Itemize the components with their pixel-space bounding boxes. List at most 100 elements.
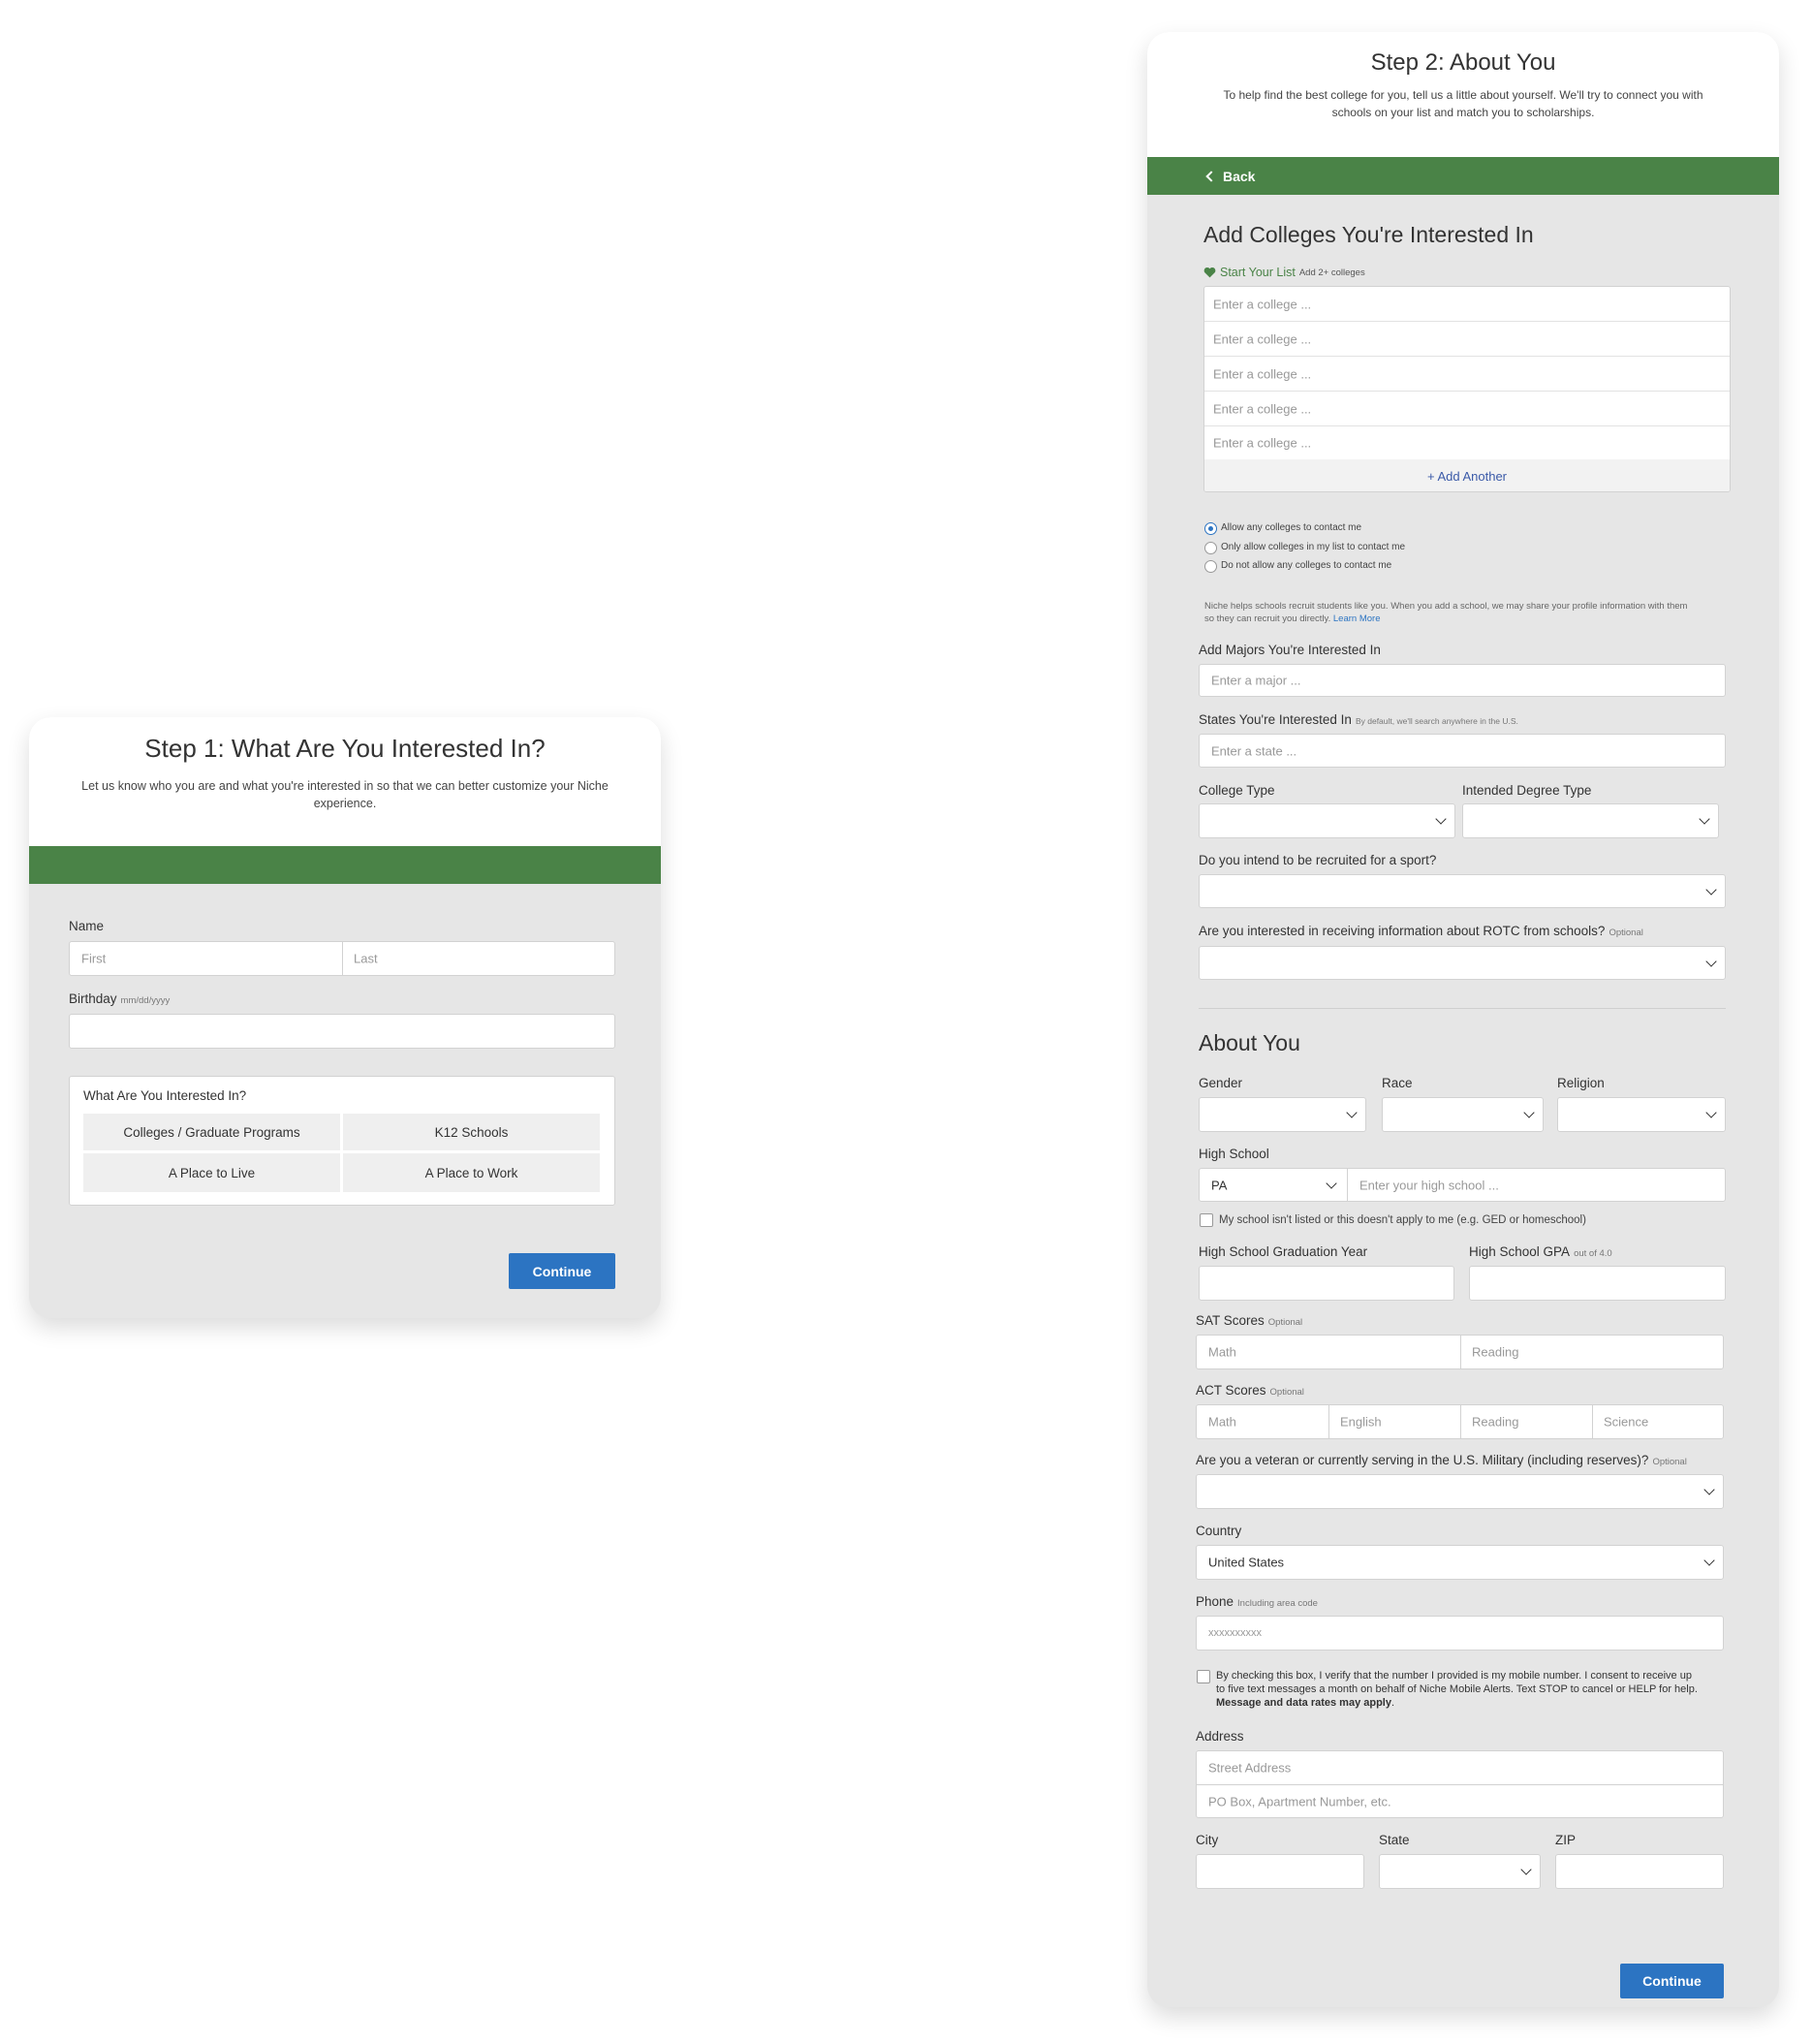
start-list-label: Start Your List Add 2+ colleges — [1203, 266, 1365, 279]
act-english-input[interactable]: English — [1340, 1415, 1382, 1430]
step1-header: Step 1: What Are You Interested In? Let … — [29, 717, 661, 846]
race-select[interactable] — [1382, 1097, 1544, 1132]
contact-none-radio[interactable] — [1204, 560, 1217, 573]
college-input-3[interactable]: Enter a college ... — [1204, 357, 1730, 392]
address-state-select[interactable] — [1379, 1854, 1541, 1889]
contact-list-label: Only allow colleges in my list to contac… — [1221, 542, 1406, 552]
section-divider — [1199, 1008, 1726, 1009]
religion-label: Religion — [1557, 1076, 1605, 1090]
country-select[interactable]: United States — [1196, 1545, 1724, 1580]
step1-continue-button[interactable]: Continue — [509, 1253, 615, 1289]
chevron-down-icon — [1520, 1864, 1532, 1875]
step1-card: Step 1: What Are You Interested In? Let … — [29, 717, 661, 1318]
back-button[interactable]: Back — [1205, 169, 1255, 184]
sport-label: Do you intend to be recruited for a spor… — [1199, 853, 1437, 867]
interest-colleges[interactable]: Colleges / Graduate Programs — [83, 1114, 340, 1150]
first-name-input[interactable]: First — [81, 952, 106, 966]
sat-reading-input[interactable]: Reading — [1472, 1345, 1518, 1360]
zip-input[interactable] — [1555, 1854, 1724, 1889]
sat-math-input[interactable]: Math — [1208, 1345, 1236, 1360]
gender-select[interactable] — [1199, 1097, 1366, 1132]
interest-box: What Are You Interested In? Colleges / G… — [69, 1076, 615, 1206]
degree-type-select[interactable] — [1462, 803, 1719, 838]
gpa-input[interactable] — [1469, 1266, 1726, 1301]
act-math-input[interactable]: Math — [1208, 1415, 1236, 1430]
sat-label: SAT Scores Optional — [1196, 1313, 1303, 1328]
college-list: Enter a college ... Enter a college ... … — [1203, 286, 1731, 492]
interest-place-to-live[interactable]: A Place to Live — [83, 1153, 340, 1192]
chevron-down-icon — [1699, 813, 1710, 825]
add-another-button[interactable]: + Add Another — [1204, 459, 1730, 491]
act-label: ACT Scores Optional — [1196, 1383, 1304, 1398]
major-input[interactable]: Enter a major ... — [1199, 664, 1726, 697]
college-type-select[interactable] — [1199, 803, 1455, 838]
city-label: City — [1196, 1833, 1219, 1847]
high-school-field: PA Enter your high school ... — [1199, 1168, 1726, 1202]
act-reading-input[interactable]: Reading — [1472, 1415, 1518, 1430]
sport-select[interactable] — [1199, 874, 1726, 908]
contact-list-radio[interactable] — [1204, 542, 1217, 554]
phone-input[interactable]: xxxxxxxxxx — [1196, 1616, 1724, 1651]
country-label: Country — [1196, 1524, 1242, 1538]
majors-label: Add Majors You're Interested In — [1199, 643, 1381, 657]
veteran-label: Are you a veteran or currently serving i… — [1196, 1453, 1687, 1467]
high-school-state-select[interactable]: PA — [1211, 1178, 1227, 1192]
interest-title: What Are You Interested In? — [83, 1088, 247, 1103]
recruit-note: Niche helps schools recruit students lik… — [1204, 601, 1688, 624]
not-listed-checkbox[interactable] — [1200, 1213, 1213, 1227]
sms-consent-checkbox[interactable] — [1197, 1670, 1210, 1683]
zip-label: ZIP — [1555, 1833, 1577, 1847]
address-field: Street Address PO Box, Apartment Number,… — [1196, 1750, 1724, 1818]
race-label: Race — [1382, 1076, 1413, 1090]
veteran-select[interactable] — [1196, 1474, 1724, 1509]
state-input[interactable]: Enter a state ... — [1199, 734, 1726, 768]
street-address-input[interactable]: Street Address — [1197, 1751, 1723, 1785]
last-name-input[interactable]: Last — [354, 952, 378, 966]
chevron-down-icon — [1326, 1177, 1337, 1189]
phone-label: Phone Including area code — [1196, 1594, 1318, 1609]
step2-card: Step 2: About You To help find the best … — [1147, 32, 1779, 2007]
chevron-down-icon — [1346, 1107, 1358, 1118]
chevron-down-icon — [1705, 1107, 1717, 1118]
chevron-down-icon — [1703, 1484, 1715, 1495]
high-school-label: High School — [1199, 1147, 1269, 1161]
interest-place-to-work[interactable]: A Place to Work — [343, 1153, 600, 1192]
sat-field: Math Reading — [1196, 1335, 1724, 1369]
step1-title: Step 1: What Are You Interested In? — [144, 734, 546, 763]
step2-nav-bar: Back — [1147, 157, 1779, 195]
step1-subtitle: Let us know who you are and what you're … — [81, 779, 609, 810]
college-input-2[interactable]: Enter a college ... — [1204, 322, 1730, 357]
gpa-label: High School GPA out of 4.0 — [1469, 1244, 1612, 1259]
degree-type-label: Intended Degree Type — [1462, 783, 1592, 798]
interest-k12[interactable]: K12 Schools — [343, 1114, 600, 1150]
chevron-down-icon — [1523, 1107, 1535, 1118]
contact-none-label: Do not allow any colleges to contact me — [1221, 560, 1392, 571]
name-label: Name — [69, 919, 105, 933]
chevron-down-icon — [1435, 813, 1447, 825]
not-listed-label: My school isn't listed or this doesn't a… — [1219, 1214, 1586, 1226]
contact-any-label: Allow any colleges to contact me — [1221, 522, 1362, 533]
po-box-input[interactable]: PO Box, Apartment Number, etc. — [1197, 1785, 1723, 1818]
learn-more-link[interactable]: Learn More — [1333, 613, 1381, 624]
city-input[interactable] — [1196, 1854, 1364, 1889]
rotc-select[interactable] — [1199, 946, 1726, 980]
name-field: First Last — [69, 941, 615, 976]
contact-any-radio[interactable] — [1204, 522, 1217, 535]
college-input-5[interactable]: Enter a college ... — [1204, 426, 1730, 459]
college-input-4[interactable]: Enter a college ... — [1204, 392, 1730, 426]
step2-header: Step 2: About You To help find the best … — [1147, 32, 1779, 157]
rotc-label: Are you interested in receiving informat… — [1199, 924, 1643, 938]
chevron-left-icon — [1205, 170, 1217, 182]
act-science-input[interactable]: Science — [1604, 1415, 1648, 1430]
step2-continue-button[interactable]: Continue — [1620, 1964, 1724, 1998]
high-school-input[interactable]: Enter your high school ... — [1359, 1178, 1499, 1192]
colleges-heading: Add Colleges You're Interested In — [1203, 222, 1534, 247]
chevron-down-icon — [1705, 883, 1717, 896]
birthday-input[interactable] — [69, 1014, 615, 1049]
chevron-down-icon — [1703, 1555, 1715, 1566]
college-input-1[interactable]: Enter a college ... — [1204, 287, 1730, 322]
grad-year-input[interactable] — [1199, 1266, 1454, 1301]
religion-select[interactable] — [1557, 1097, 1726, 1132]
about-heading: About You — [1199, 1030, 1300, 1055]
sms-consent-text: By checking this box, I verify that the … — [1216, 1670, 1698, 1709]
